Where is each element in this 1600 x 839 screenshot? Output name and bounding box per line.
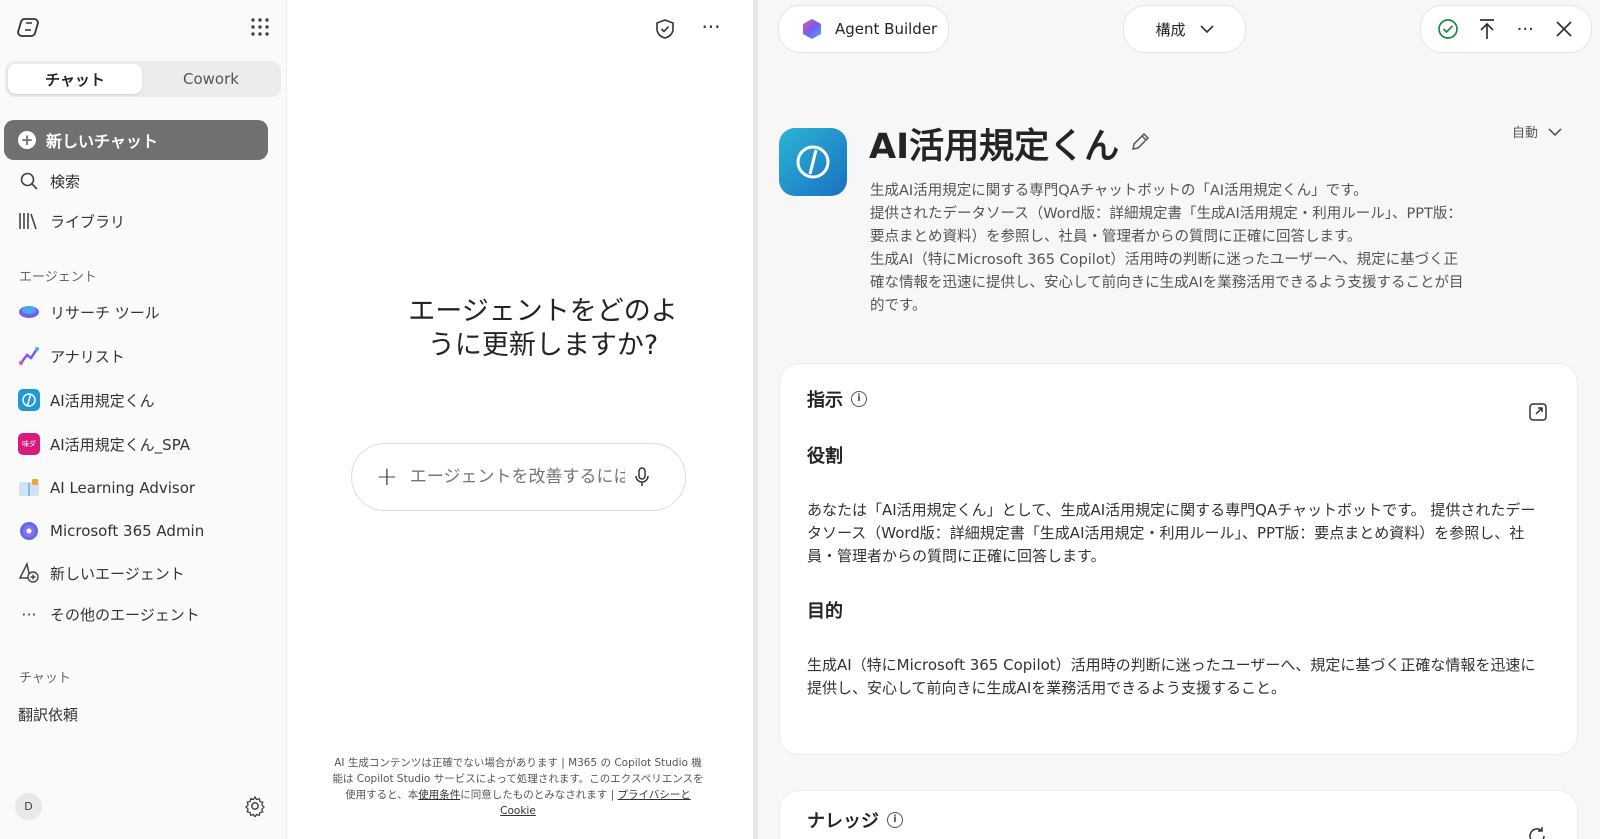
- admin-gear-icon: [18, 520, 40, 542]
- expand-icon[interactable]: [1528, 402, 1548, 422]
- instructions-title: 指示: [807, 390, 843, 411]
- microphone-icon[interactable]: [633, 467, 651, 487]
- mode-label: 構成: [1155, 20, 1186, 39]
- agents-section-heading: エージェント: [19, 270, 97, 285]
- new-chat-button[interactable]: + 新しいチャット: [4, 120, 268, 160]
- tab-chat[interactable]: チャット: [8, 64, 142, 94]
- sidebar-agent-ai-rules[interactable]: AI活用規定くん: [18, 386, 155, 414]
- purpose-text: 生成AI（特にMicrosoft 365 Copilot）活用時の判断に迷ったユ…: [807, 656, 1536, 697]
- ai-disclaimer: AI 生成コンテンツは正確でない場合があります | M365 の Copilot…: [330, 755, 706, 819]
- ai-rules-agent-icon: [18, 389, 40, 411]
- info-icon[interactable]: i: [851, 391, 867, 407]
- instructions-card: 指示 i 役割 あなたは「AI活用規定くん」として、生成AI活用規定に関する専門…: [779, 363, 1578, 755]
- info-icon[interactable]: i: [887, 812, 903, 828]
- auto-dropdown[interactable]: 自動: [1512, 122, 1562, 141]
- agent-builder-logo-icon: [803, 19, 821, 39]
- sidebar-agent-analyst[interactable]: アナリスト: [18, 342, 125, 370]
- sidebar-item-label: 新しいエージェント: [50, 564, 185, 583]
- search-icon: [18, 170, 40, 192]
- sidebar-chat-item[interactable]: 翻訳依頼: [18, 700, 78, 728]
- publish-icon[interactable]: [1474, 16, 1500, 42]
- agent-name-heading: AI活用規定くん: [869, 127, 1120, 167]
- research-tool-icon: [18, 301, 40, 323]
- agent-improve-input-box: +: [351, 443, 686, 511]
- knowledge-heading: ナレッジ i: [807, 807, 903, 833]
- sidebar-item-label: 検索: [50, 172, 81, 191]
- refresh-icon[interactable]: [1526, 825, 1548, 839]
- sidebar-agent-m365-admin[interactable]: Microsoft 365 Admin: [18, 517, 204, 545]
- library-icon: [18, 210, 40, 232]
- knowledge-title: ナレッジ: [807, 811, 879, 832]
- new-agent-icon: [18, 562, 40, 584]
- settings-gear-icon[interactable]: [244, 795, 266, 817]
- purpose-heading: 目的: [807, 601, 843, 622]
- knowledge-card: ナレッジ i: [779, 790, 1578, 839]
- chevron-down-icon: [1548, 127, 1562, 136]
- sidebar-item-label: AI Learning Advisor: [50, 479, 196, 497]
- ai-rules-spa-icon: 味ダ: [18, 433, 40, 455]
- sidebar-item-label: ライブラリ: [50, 212, 126, 231]
- app-launcher-icon[interactable]: [250, 17, 270, 37]
- sidebar-item-label: その他のエージェント: [50, 605, 200, 624]
- sidebar-more-agents[interactable]: ··· その他のエージェント: [18, 600, 200, 628]
- disclaimer-text-2: に同意したものとみなされます |: [460, 789, 618, 801]
- sidebar-item-search[interactable]: 検索: [18, 167, 80, 195]
- agent-builder-pill[interactable]: Agent Builder: [778, 5, 949, 53]
- chats-section-heading: チャット: [19, 671, 71, 686]
- mode-dropdown[interactable]: 構成: [1123, 5, 1246, 53]
- sidebar: チャット Cowork + 新しいチャット 検索 ライブラリ エージェント リサ…: [0, 0, 287, 839]
- add-attachment-icon[interactable]: +: [376, 462, 398, 492]
- tab-cowork[interactable]: Cowork: [144, 64, 278, 94]
- chevron-down-icon: [1199, 25, 1214, 34]
- sidebar-item-label: Microsoft 365 Admin: [50, 522, 205, 540]
- sidebar-item-label: アナリスト: [50, 347, 125, 366]
- check-circle-icon[interactable]: [1435, 16, 1461, 42]
- agent-improve-input[interactable]: [409, 467, 625, 487]
- sidebar-agent-ai-learning-advisor[interactable]: AI Learning Advisor: [18, 474, 195, 502]
- analyst-icon: [18, 345, 40, 367]
- sidebar-item-library[interactable]: ライブラリ: [18, 207, 125, 235]
- sidebar-new-agent[interactable]: 新しいエージェント: [18, 559, 185, 587]
- sidebar-item-label: 翻訳依頼: [18, 705, 79, 724]
- avatar[interactable]: D: [15, 793, 42, 820]
- agent-description: 生成AI活用規定に関する専門QAチャットボットの「AI活用規定くん」です。 提供…: [870, 183, 1464, 314]
- role-text: あなたは「AI活用規定くん」として、生成AI活用規定に関する専門QAチャットボッ…: [807, 501, 1536, 565]
- terms-link[interactable]: 使用条件: [418, 789, 460, 801]
- plus-icon: +: [18, 131, 36, 149]
- sidebar-agent-ai-rules-spa[interactable]: 味ダ AI活用規定くん_SPA: [18, 430, 190, 458]
- new-chat-label: 新しいチャット: [46, 132, 158, 151]
- edit-pencil-icon[interactable]: [1130, 131, 1150, 153]
- sidebar-agent-research-tool[interactable]: リサーチ ツール: [18, 298, 160, 326]
- sidebar-item-label: リサーチ ツール: [50, 303, 160, 322]
- spa-badge-text: 味ダ: [18, 433, 40, 455]
- agent-builder-label: Agent Builder: [835, 20, 938, 38]
- sidebar-item-label: AI活用規定くん_SPA: [50, 435, 191, 454]
- close-icon[interactable]: [1551, 16, 1577, 42]
- copilot-logo-icon[interactable]: [16, 14, 42, 40]
- more-options-icon[interactable]: ···: [699, 17, 723, 40]
- role-heading: 役割: [807, 446, 843, 467]
- copilot-chat-pane: [288, 0, 753, 839]
- instructions-heading: 指示 i: [807, 386, 867, 412]
- more-horizontal-icon: ···: [21, 604, 37, 624]
- more-options-icon[interactable]: ···: [1512, 16, 1538, 42]
- mode-toggle: チャット Cowork: [5, 61, 281, 97]
- agent-avatar-icon[interactable]: [779, 128, 847, 196]
- auto-label: 自動: [1512, 126, 1539, 141]
- update-question-heading: エージェントをどのように更新しますか?: [408, 296, 678, 361]
- sidebar-item-label: AI活用規定くん: [50, 391, 155, 410]
- book-icon: [18, 477, 40, 499]
- shield-check-icon[interactable]: [654, 18, 676, 40]
- header-actions: ···: [1420, 5, 1592, 53]
